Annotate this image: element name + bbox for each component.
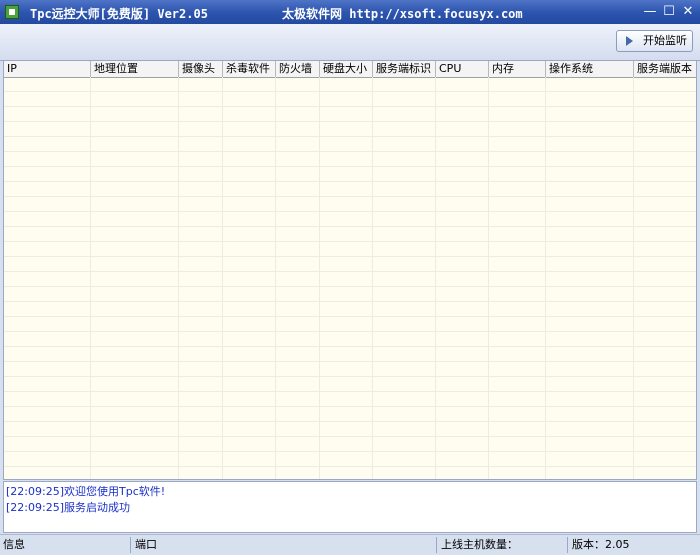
- column-header-server-version[interactable]: 服务端版本: [634, 61, 696, 77]
- maximize-button[interactable]: ☐: [659, 3, 679, 21]
- status-bar: 信息 端口 上线主机数量： 版本：2.05: [0, 534, 700, 555]
- column-header-server-id[interactable]: 服务端标识: [373, 61, 436, 77]
- status-separator: [130, 537, 131, 553]
- column-divider: [222, 77, 223, 479]
- column-divider: [319, 77, 320, 479]
- column-divider: [633, 77, 634, 479]
- app-icon: [5, 5, 19, 19]
- column-divider: [90, 77, 91, 479]
- status-separator: [436, 537, 437, 553]
- log-line: [22:09:25]欢迎您使用Tpc软件!: [6, 485, 166, 498]
- status-info: 信息: [3, 538, 25, 551]
- window-title: Tpc远控大师[免费版] Ver2.05: [30, 7, 208, 21]
- log-line: [22:09:25]服务启动成功: [6, 501, 130, 514]
- column-header-os[interactable]: 操作系统: [546, 61, 634, 77]
- title-bar: Tpc远控大师[免费版] Ver2.05 太极软件网 http://xsoft.…: [0, 0, 700, 24]
- column-divider: [372, 77, 373, 479]
- column-header-firewall[interactable]: 防火墙: [276, 61, 320, 77]
- status-port: 端口: [135, 538, 157, 551]
- host-list-table[interactable]: IP 地理位置 摄像头 杀毒软件 防火墙 硬盘大小 服务端标识 CPU 内存 操…: [3, 60, 697, 480]
- column-divider: [435, 77, 436, 479]
- column-header-ip[interactable]: IP: [4, 61, 91, 77]
- toolbar: 开始监听: [0, 24, 700, 61]
- table-header: IP 地理位置 摄像头 杀毒软件 防火墙 硬盘大小 服务端标识 CPU 内存 操…: [4, 61, 696, 78]
- column-divider: [488, 77, 489, 479]
- column-divider: [545, 77, 546, 479]
- table-body[interactable]: [4, 77, 696, 479]
- status-online-hosts: 上线主机数量：: [441, 538, 518, 551]
- site-banner: 太极软件网 http://xsoft.focusyx.com: [282, 7, 523, 21]
- close-button[interactable]: ✕: [678, 3, 698, 21]
- status-separator: [567, 537, 568, 553]
- status-version: 版本：2.05: [572, 538, 630, 551]
- start-listening-label: 开始监听: [643, 34, 687, 47]
- column-header-location[interactable]: 地理位置: [91, 61, 179, 77]
- column-header-camera[interactable]: 摄像头: [179, 61, 223, 77]
- column-divider: [178, 77, 179, 479]
- start-listening-button[interactable]: 开始监听: [616, 30, 693, 52]
- minimize-button[interactable]: —: [640, 3, 660, 21]
- column-header-cpu[interactable]: CPU: [436, 61, 489, 77]
- column-header-memory[interactable]: 内存: [489, 61, 546, 77]
- log-panel[interactable]: [22:09:25]欢迎您使用Tpc软件! [22:09:25]服务启动成功: [3, 481, 697, 533]
- column-header-antivirus[interactable]: 杀毒软件: [223, 61, 276, 77]
- play-icon: [626, 36, 633, 46]
- column-divider: [275, 77, 276, 479]
- column-header-disk-size[interactable]: 硬盘大小: [320, 61, 373, 77]
